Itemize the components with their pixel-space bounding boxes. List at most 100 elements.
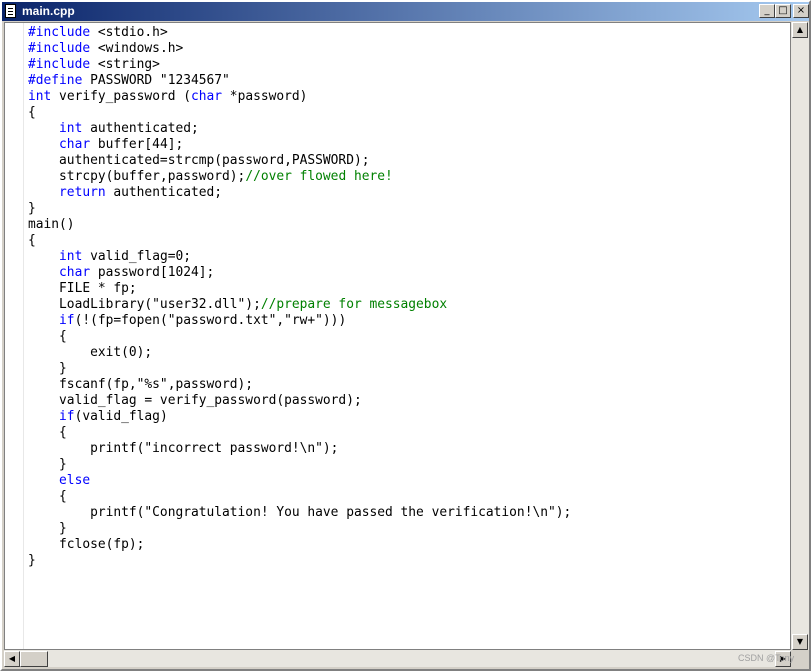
code-line[interactable]: main() xyxy=(28,217,571,233)
code-token: { xyxy=(28,329,67,344)
code-token: printf("incorrect password!\n"); xyxy=(28,441,339,456)
title-bar[interactable]: main.cpp _ □ × xyxy=(2,2,809,21)
code-token: verify_password ( xyxy=(51,89,191,104)
keyword-token: #define xyxy=(28,73,83,88)
code-line[interactable]: { xyxy=(28,425,571,441)
code-token: strcpy(buffer,password); xyxy=(28,169,246,184)
code-line[interactable]: #include <string> xyxy=(28,57,571,73)
code-token: valid_flag = verify_password(password); xyxy=(28,393,362,408)
keyword-token: char xyxy=(59,137,91,152)
code-line[interactable]: #include <stdio.h> xyxy=(28,25,571,41)
code-token: PASSWORD "1234567" xyxy=(82,73,230,88)
code-line[interactable]: #define PASSWORD "1234567" xyxy=(28,73,571,89)
code-token: exit(0); xyxy=(28,345,153,360)
code-line[interactable]: } xyxy=(28,457,571,473)
horizontal-scrollbar[interactable]: ◀ ▶ xyxy=(4,650,791,667)
code-token: <windows.h> xyxy=(90,41,184,56)
code-token: <stdio.h> xyxy=(90,25,168,40)
code-token: { xyxy=(28,425,67,440)
code-line[interactable]: int authenticated; xyxy=(28,121,571,137)
code-line[interactable]: } xyxy=(28,361,571,377)
keyword-token: char xyxy=(59,265,91,280)
watermark: CSDN @Tony xyxy=(738,653,795,663)
keyword-token: #include xyxy=(28,41,91,56)
code-token: buffer[44]; xyxy=(90,137,184,152)
maximize-button[interactable]: □ xyxy=(775,4,791,18)
comment-token: //prepare for messagebox xyxy=(260,297,448,312)
keyword-token: if xyxy=(59,409,75,424)
keyword-token: int xyxy=(59,121,83,136)
editor-window: main.cpp _ □ × #include <stdio.h> #includ… xyxy=(0,0,811,671)
code-line[interactable]: strcpy(buffer,password);//over flowed he… xyxy=(28,169,571,185)
code-line[interactable]: } xyxy=(28,201,571,217)
code-line[interactable]: } xyxy=(28,521,571,537)
code-line[interactable]: #include <windows.h> xyxy=(28,41,571,57)
code-token: <string> xyxy=(90,57,160,72)
horizontal-scroll-thumb[interactable] xyxy=(20,651,48,667)
code-token: fclose(fp); xyxy=(28,537,145,552)
code-token: authenticated=strcmp(password,PASSWORD); xyxy=(28,153,370,168)
keyword-token: #include xyxy=(28,57,91,72)
code-line[interactable]: valid_flag = verify_password(password); xyxy=(28,393,571,409)
code-token: valid_flag=0; xyxy=(82,249,191,264)
code-line[interactable]: printf("incorrect password!\n"); xyxy=(28,441,571,457)
code-token: authenticated; xyxy=(105,185,223,200)
code-token: password[1024]; xyxy=(90,265,215,280)
code-line[interactable]: if(!(fp=fopen("password.txt","rw+"))) xyxy=(28,313,571,329)
keyword-token: else xyxy=(59,473,91,488)
code-line[interactable]: int verify_password (char *password) xyxy=(28,89,571,105)
code-token: LoadLibrary("user32.dll"); xyxy=(28,297,261,312)
code-line[interactable]: printf("Congratulation! You have passed … xyxy=(28,505,571,521)
code-line[interactable]: { xyxy=(28,329,571,345)
code-line[interactable]: else xyxy=(28,473,571,489)
close-button[interactable]: × xyxy=(793,4,809,18)
code-line[interactable]: authenticated=strcmp(password,PASSWORD); xyxy=(28,153,571,169)
minimize-button[interactable]: _ xyxy=(759,4,775,18)
code-token: (valid_flag) xyxy=(74,409,168,424)
code-token: { xyxy=(28,105,36,120)
keyword-token: if xyxy=(59,313,75,328)
code-line[interactable]: } xyxy=(28,553,571,569)
code-line[interactable]: fclose(fp); xyxy=(28,537,571,553)
window-title: main.cpp xyxy=(22,4,75,18)
code-line[interactable]: FILE * fp; xyxy=(28,281,571,297)
code-token: FILE * fp; xyxy=(28,281,137,296)
keyword-token: char xyxy=(191,89,223,104)
code-token: { xyxy=(28,233,36,248)
code-line[interactable]: LoadLibrary("user32.dll");//prepare for … xyxy=(28,297,571,313)
code-token: } xyxy=(28,521,67,536)
scroll-up-icon[interactable]: ▲ xyxy=(792,22,808,38)
code-line[interactable]: char buffer[44]; xyxy=(28,137,571,153)
code-line[interactable]: { xyxy=(28,489,571,505)
code-line[interactable]: exit(0); xyxy=(28,345,571,361)
source-code[interactable]: #include <stdio.h> #include <windows.h> #i… xyxy=(28,25,571,569)
code-editor[interactable]: #include <stdio.h> #include <windows.h> #i… xyxy=(4,22,791,650)
code-line[interactable]: if(valid_flag) xyxy=(28,409,571,425)
comment-token: //over flowed here! xyxy=(245,169,393,184)
keyword-token: return xyxy=(59,185,106,200)
keyword-token: int xyxy=(28,89,52,104)
keyword-token: int xyxy=(59,249,83,264)
code-token: } xyxy=(28,457,67,472)
code-line[interactable]: return authenticated; xyxy=(28,185,571,201)
code-line[interactable]: int valid_flag=0; xyxy=(28,249,571,265)
scroll-left-icon[interactable]: ◀ xyxy=(4,651,20,667)
code-line[interactable]: char password[1024]; xyxy=(28,265,571,281)
scroll-down-icon[interactable]: ▼ xyxy=(792,634,808,650)
code-line[interactable]: fscanf(fp,"%s",password); xyxy=(28,377,571,393)
code-token: fscanf(fp,"%s",password); xyxy=(28,377,254,392)
keyword-token: #include xyxy=(28,25,91,40)
selection-margin[interactable] xyxy=(5,23,24,649)
code-token: } xyxy=(28,361,67,376)
code-line[interactable]: { xyxy=(28,233,571,249)
code-line[interactable]: { xyxy=(28,105,571,121)
vertical-scrollbar[interactable]: ▲ ▼ xyxy=(791,22,809,650)
code-token: printf("Congratulation! You have passed … xyxy=(28,505,572,520)
